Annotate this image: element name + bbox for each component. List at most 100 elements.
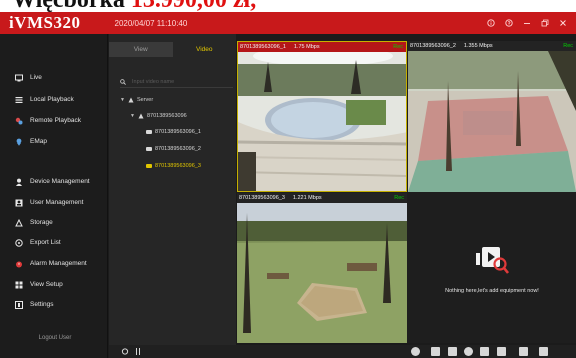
device-tree-panel: View Video Input video name ▼ Server ▼ 8…	[109, 34, 236, 345]
tree-node-server[interactable]: ▼ Server	[120, 94, 153, 105]
expand-icon: ▼	[130, 112, 135, 119]
title-bar: iVMS320 2020/04/07 11:10:40	[0, 12, 576, 34]
sidebar: Live Local Playback Remote Playback EMap…	[0, 34, 108, 358]
tree-label: 8701389563096	[146, 112, 187, 119]
grid-icon[interactable]	[539, 347, 548, 356]
view-setup-icon	[15, 281, 23, 288]
info-icon[interactable]	[484, 15, 498, 30]
nav-label: Device Management	[30, 178, 90, 185]
minimize-icon[interactable]	[520, 15, 534, 30]
bitrate: 1.355 Mbps	[463, 43, 493, 49]
rec-indicator: Rec	[563, 43, 573, 49]
nav-label: EMap	[30, 138, 47, 145]
rec-indicator: Rec	[394, 195, 404, 201]
tree-label: Server	[136, 96, 154, 103]
camera-icon[interactable]	[464, 347, 473, 356]
search-input[interactable]: Input video name	[120, 77, 233, 88]
map-icon	[16, 138, 22, 146]
video-cell-1[interactable]: 8701389563096_1 1.75 Mbps Rec	[237, 41, 407, 192]
bitrate: 1.221 Mbps	[292, 195, 322, 201]
nav-item-export-list[interactable]: Export List	[0, 234, 108, 251]
nav-item-live[interactable]: Live	[0, 69, 108, 86]
nav-label: Local Playback	[30, 96, 74, 103]
video-cell-header: 8701389563096_3 1.221 Mbps Rec	[237, 193, 407, 203]
app-title: iVMS320	[9, 13, 81, 32]
expand-icon: ▼	[120, 96, 125, 103]
storage-icon	[15, 218, 23, 226]
record-icon[interactable]	[431, 347, 440, 356]
nav-label: Export List	[30, 239, 61, 246]
device-node-icon	[138, 113, 144, 118]
device-icon	[16, 178, 22, 186]
nav-item-settings[interactable]: Settings	[0, 296, 108, 313]
camera-icon	[146, 146, 152, 151]
banner-part-1: Więcborka	[12, 0, 125, 12]
logout-button[interactable]: Logout User	[22, 332, 88, 344]
panel-tabs: View Video	[109, 42, 236, 57]
video-cell-2[interactable]: 8701389563096_2 1.355 Mbps Rec	[408, 41, 576, 192]
nav-label: User Management	[30, 199, 84, 206]
tree-node-device[interactable]: ▼ 8701389563096	[130, 110, 187, 121]
nav-item-local-playback[interactable]: Local Playback	[0, 91, 108, 108]
video-cell-3[interactable]: 8701389563096_3 1.221 Mbps Rec	[237, 193, 407, 343]
add-equipment-icon	[476, 247, 510, 274]
tree-label: 8701389563096_1	[155, 128, 201, 135]
video-cell-empty[interactable]: Nothing here,let's add equipment now!	[408, 193, 576, 343]
nav-item-device-management[interactable]: Device Management	[0, 173, 108, 190]
nav-item-emap[interactable]: EMap	[0, 133, 108, 150]
overlay-banner: Więcborka 13.990,00 zł,	[0, 0, 576, 12]
tree-channel-2[interactable]: 8701389563096_2	[146, 143, 201, 154]
help-icon[interactable]	[502, 15, 516, 30]
nav-label: Alarm Management	[30, 260, 87, 267]
stop-icon[interactable]	[519, 347, 528, 356]
channel-name: 8701389563096_3	[239, 195, 285, 201]
channel-name: 8701389563096_2	[410, 43, 456, 49]
video-feed	[238, 52, 406, 191]
nav-label: Live	[30, 74, 42, 81]
camera-icon	[146, 163, 152, 168]
play-icon[interactable]	[497, 347, 506, 356]
monitor-icon	[15, 74, 23, 81]
video-cell-header: 8701389563096_1 1.75 Mbps Rec	[238, 42, 406, 52]
sort-icon[interactable]	[135, 348, 141, 355]
video-feed	[408, 51, 576, 192]
channel-name: 8701389563096_1	[240, 44, 286, 50]
nav-label: Settings	[30, 301, 54, 308]
nav-item-view-setup[interactable]: View Setup	[0, 276, 108, 293]
export-icon	[15, 238, 23, 247]
banner-text: Więcborka 13.990,00 zł,	[12, 0, 256, 12]
tree-channel-3[interactable]: 8701389563096_3	[146, 160, 201, 171]
video-grid: 8701389563096_1 1.75 Mbps Rec 87013895630…	[237, 41, 576, 343]
search-placeholder: Input video name	[132, 79, 175, 85]
pause-icon[interactable]	[480, 347, 489, 356]
tree-label: 8701389563096_3	[155, 162, 201, 169]
window-controls	[484, 15, 570, 30]
search-icon	[120, 79, 126, 85]
bottom-toolbar	[109, 345, 576, 358]
nav-item-remote-playback[interactable]: Remote Playback	[0, 112, 108, 129]
tab-view[interactable]: View	[109, 42, 173, 57]
empty-message: Nothing here,let's add equipment now!	[445, 288, 539, 294]
nav-item-storage[interactable]: Storage	[0, 214, 108, 231]
nav-item-alarm-management[interactable]: Alarm Management	[0, 255, 108, 272]
snapshot-icon[interactable]	[411, 347, 420, 356]
close-icon[interactable]	[556, 15, 570, 30]
camera-icon	[146, 129, 152, 134]
banner-part-2: 13.990,00 zł,	[131, 0, 256, 12]
rotate-icon[interactable]	[121, 348, 129, 355]
user-icon	[15, 199, 23, 206]
layout-icon[interactable]	[448, 347, 457, 356]
tree-channel-1[interactable]: 8701389563096_1	[146, 126, 201, 137]
video-cell-header: 8701389563096_2 1.355 Mbps Rec	[408, 41, 576, 51]
nav-label: Storage	[30, 219, 53, 226]
rec-indicator: Rec	[393, 44, 403, 50]
tab-video[interactable]: Video	[172, 42, 236, 57]
tree-label: 8701389563096_2	[155, 145, 201, 152]
playback-icon	[15, 96, 23, 103]
restore-icon[interactable]	[538, 15, 552, 30]
nav-label: View Setup	[30, 281, 63, 288]
remote-playback-icon	[15, 117, 23, 124]
nav-label: Remote Playback	[30, 117, 81, 124]
nav-item-user-management[interactable]: User Management	[0, 194, 108, 211]
alarm-icon	[16, 261, 22, 267]
